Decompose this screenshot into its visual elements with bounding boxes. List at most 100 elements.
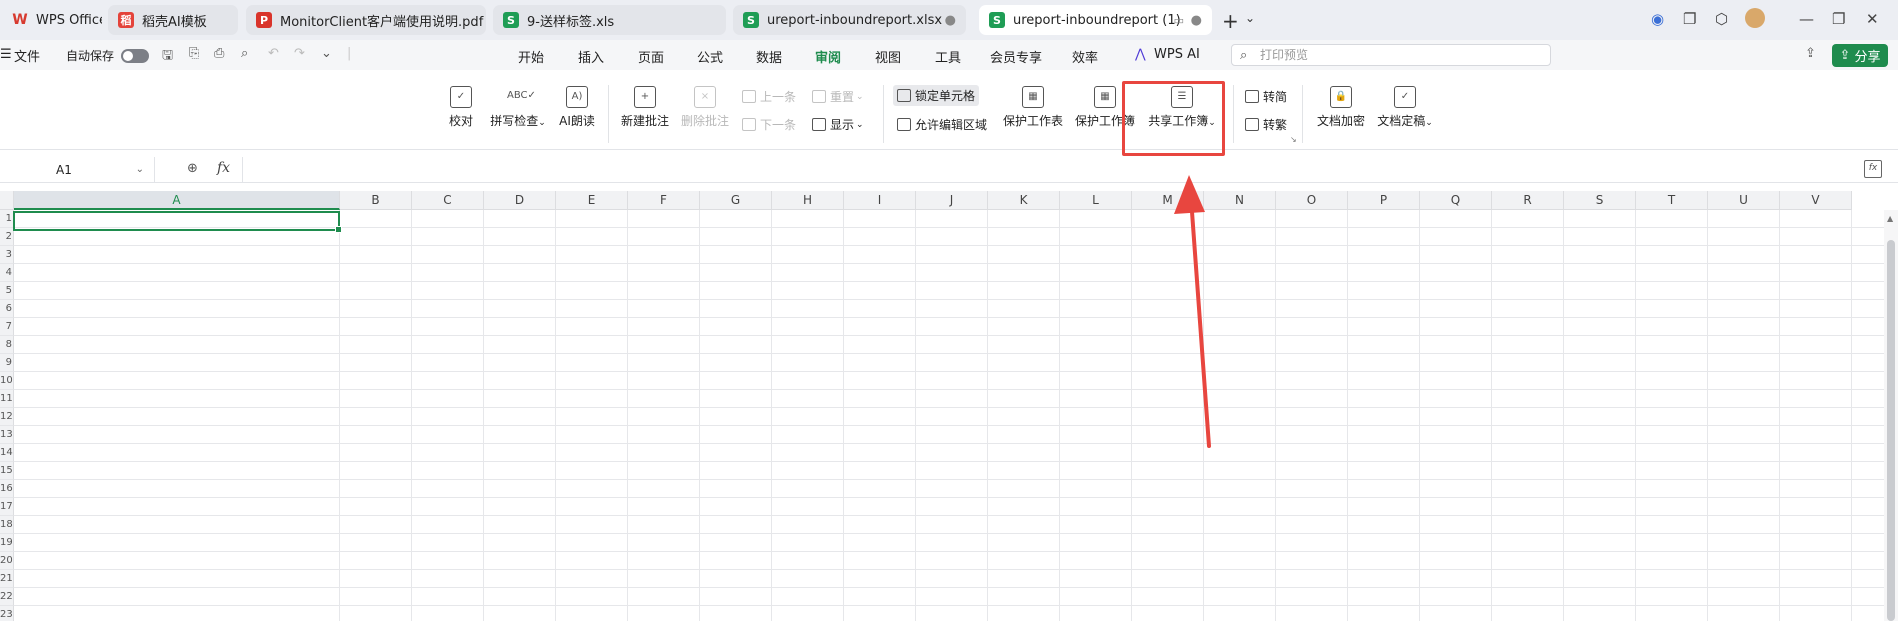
print-icon[interactable]: ⎙ bbox=[214, 46, 224, 61]
tab-home[interactable]: 开始 bbox=[518, 47, 544, 66]
tab-member[interactable]: 会员专享 bbox=[990, 47, 1042, 66]
spreadsheet-grid[interactable]: ABCDEFGHIJKLMNOPQRSTUV 1 2 3 4 5 6 7 8 9 10 11 12 13… bbox=[0, 191, 1898, 621]
row-header-17[interactable]: 17 bbox=[0, 498, 14, 516]
tab-wps-ai[interactable]: WPS AI bbox=[1154, 47, 1200, 62]
row-header-21[interactable]: 21 bbox=[0, 570, 14, 588]
tab-ureport-xlsx[interactable]: S ureport-inboundreport.xlsx ● bbox=[733, 5, 966, 35]
row-header-11[interactable]: 11 bbox=[0, 390, 14, 408]
allow-edit-range-button[interactable]: 允许编辑区域 bbox=[897, 116, 987, 133]
chevron-down-icon[interactable]: ⌄ bbox=[136, 157, 144, 183]
column-header-t[interactable]: T bbox=[1636, 191, 1708, 210]
tab-pdf[interactable]: P MonitorClient客户端使用说明.pdf bbox=[246, 5, 486, 35]
row-header-13[interactable]: 13 bbox=[0, 426, 14, 444]
column-header-c[interactable]: C bbox=[412, 191, 484, 210]
column-header-s[interactable]: S bbox=[1564, 191, 1636, 210]
column-header-o[interactable]: O bbox=[1276, 191, 1348, 210]
tab-close-icon[interactable]: ● bbox=[1191, 13, 1202, 28]
row-header-16[interactable]: 16 bbox=[0, 480, 14, 498]
column-header-i[interactable]: I bbox=[844, 191, 916, 210]
window-icon[interactable]: ❐ bbox=[1683, 10, 1696, 28]
share-button[interactable]: ⇪ 分享 bbox=[1832, 44, 1888, 67]
row-header-6[interactable]: 6 bbox=[0, 300, 14, 318]
tab-close-icon[interactable]: ● bbox=[945, 13, 956, 28]
to-simplified-button[interactable]: 转简 bbox=[1245, 88, 1287, 105]
column-header-k[interactable]: K bbox=[988, 191, 1060, 210]
minimize-icon[interactable]: — bbox=[1799, 10, 1814, 28]
tab-ureport-active[interactable]: S ureport-inboundreport (1) ▭ ● bbox=[979, 5, 1212, 35]
column-header-f[interactable]: F bbox=[628, 191, 700, 210]
column-header-j[interactable]: J bbox=[916, 191, 988, 210]
prev-comment-button[interactable]: 上一条 bbox=[742, 88, 796, 105]
column-header-p[interactable]: P bbox=[1348, 191, 1420, 210]
search-input[interactable]: ⌕ 打印预览 bbox=[1231, 44, 1551, 66]
name-box[interactable]: A1 ⌄ bbox=[0, 157, 155, 183]
tab-review[interactable]: 审阅 bbox=[815, 47, 841, 73]
row-header-20[interactable]: 20 bbox=[0, 552, 14, 570]
next-comment-button[interactable]: 下一条 bbox=[742, 116, 796, 133]
close-icon[interactable]: ✕ bbox=[1866, 10, 1879, 28]
expand-formula-icon[interactable]: fx bbox=[1864, 160, 1882, 178]
tab-insert[interactable]: 插入 bbox=[578, 47, 604, 66]
fx-icon[interactable]: fx bbox=[217, 160, 230, 176]
tab-data[interactable]: 数据 bbox=[756, 47, 782, 66]
cloud-upload-icon[interactable]: ⇪ bbox=[1805, 46, 1816, 61]
proofread-button[interactable]: ✓ 校对 bbox=[446, 86, 476, 129]
cube-icon[interactable]: ⬡ bbox=[1715, 10, 1728, 28]
chevron-down-icon[interactable]: ⌄ bbox=[321, 46, 332, 61]
row-header-10[interactable]: 10 bbox=[0, 372, 14, 390]
row-header-5[interactable]: 5 bbox=[0, 282, 14, 300]
column-header-a[interactable]: A bbox=[14, 191, 340, 210]
tab-xls-label[interactable]: S 9-送样标签.xls bbox=[493, 5, 726, 35]
selected-cell[interactable] bbox=[13, 211, 342, 233]
vertical-scrollbar[interactable]: ▲ bbox=[1884, 210, 1898, 621]
zoom-icon[interactable]: ⊕ bbox=[187, 161, 198, 176]
column-header-r[interactable]: R bbox=[1492, 191, 1564, 210]
row-header-19[interactable]: 19 bbox=[0, 534, 14, 552]
export-icon[interactable]: ⎘ bbox=[189, 46, 199, 61]
to-traditional-button[interactable]: 转繁 bbox=[1245, 116, 1287, 133]
redo-icon[interactable]: ↷ bbox=[294, 46, 305, 61]
column-header-v[interactable]: V bbox=[1780, 191, 1852, 210]
show-button[interactable]: 显示 ⌄ bbox=[812, 116, 864, 133]
delete-comment-button[interactable]: × 删除批注 bbox=[680, 86, 730, 129]
column-header-n[interactable]: N bbox=[1204, 191, 1276, 210]
doc-encrypt-button[interactable]: 🔒 文档加密 bbox=[1315, 86, 1367, 129]
row-header-4[interactable]: 4 bbox=[0, 264, 14, 282]
tab-view[interactable]: 视图 bbox=[875, 47, 901, 66]
row-header-12[interactable]: 12 bbox=[0, 408, 14, 426]
row-header-7[interactable]: 7 bbox=[0, 318, 14, 336]
protect-sheet-button[interactable]: ▦ 保护工作表 bbox=[1002, 86, 1064, 129]
restore-icon[interactable]: ❐ bbox=[1832, 10, 1845, 28]
reset-button[interactable]: 重置 ⌄ bbox=[812, 88, 864, 105]
new-comment-button[interactable]: + 新建批注 bbox=[620, 86, 670, 129]
avatar[interactable] bbox=[1745, 8, 1765, 28]
save-icon[interactable]: 🖫 bbox=[162, 46, 173, 68]
column-header-d[interactable]: D bbox=[484, 191, 556, 210]
new-tab-icon[interactable]: + bbox=[1222, 9, 1239, 33]
ai-read-button[interactable]: A) AI朗读 bbox=[558, 86, 596, 129]
scroll-up-icon[interactable]: ▲ bbox=[1887, 214, 1893, 223]
tab-efficiency[interactable]: 效率 bbox=[1072, 47, 1098, 66]
row-header-8[interactable]: 8 bbox=[0, 336, 14, 354]
row-header-23[interactable]: 23 bbox=[0, 606, 14, 621]
row-header-9[interactable]: 9 bbox=[0, 354, 14, 372]
column-header-m[interactable]: M bbox=[1132, 191, 1204, 210]
autosave-toggle[interactable] bbox=[121, 49, 149, 63]
doc-finalize-button[interactable]: ✓ 文档定稿⌄ bbox=[1375, 86, 1435, 129]
ai-assistant-icon[interactable]: ◉ bbox=[1651, 10, 1664, 28]
dialog-launcher-icon[interactable]: ↘ bbox=[1290, 135, 1297, 144]
column-header-e[interactable]: E bbox=[556, 191, 628, 210]
undo-icon[interactable]: ↶ bbox=[268, 46, 279, 61]
column-header-g[interactable]: G bbox=[700, 191, 772, 210]
column-header-q[interactable]: Q bbox=[1420, 191, 1492, 210]
row-header-14[interactable]: 14 bbox=[0, 444, 14, 462]
row-header-15[interactable]: 15 bbox=[0, 462, 14, 480]
row-header-18[interactable]: 18 bbox=[0, 516, 14, 534]
select-all-corner[interactable] bbox=[0, 191, 14, 210]
scroll-thumb[interactable] bbox=[1887, 240, 1895, 621]
file-menu[interactable]: 文件 bbox=[14, 46, 40, 65]
tab-docer[interactable]: 稻 稻壳AI模板 bbox=[108, 5, 238, 35]
row-header-3[interactable]: 3 bbox=[0, 246, 14, 264]
column-header-l[interactable]: L bbox=[1060, 191, 1132, 210]
spellcheck-button[interactable]: ABC✓ 拼写检查⌄ bbox=[488, 86, 548, 129]
